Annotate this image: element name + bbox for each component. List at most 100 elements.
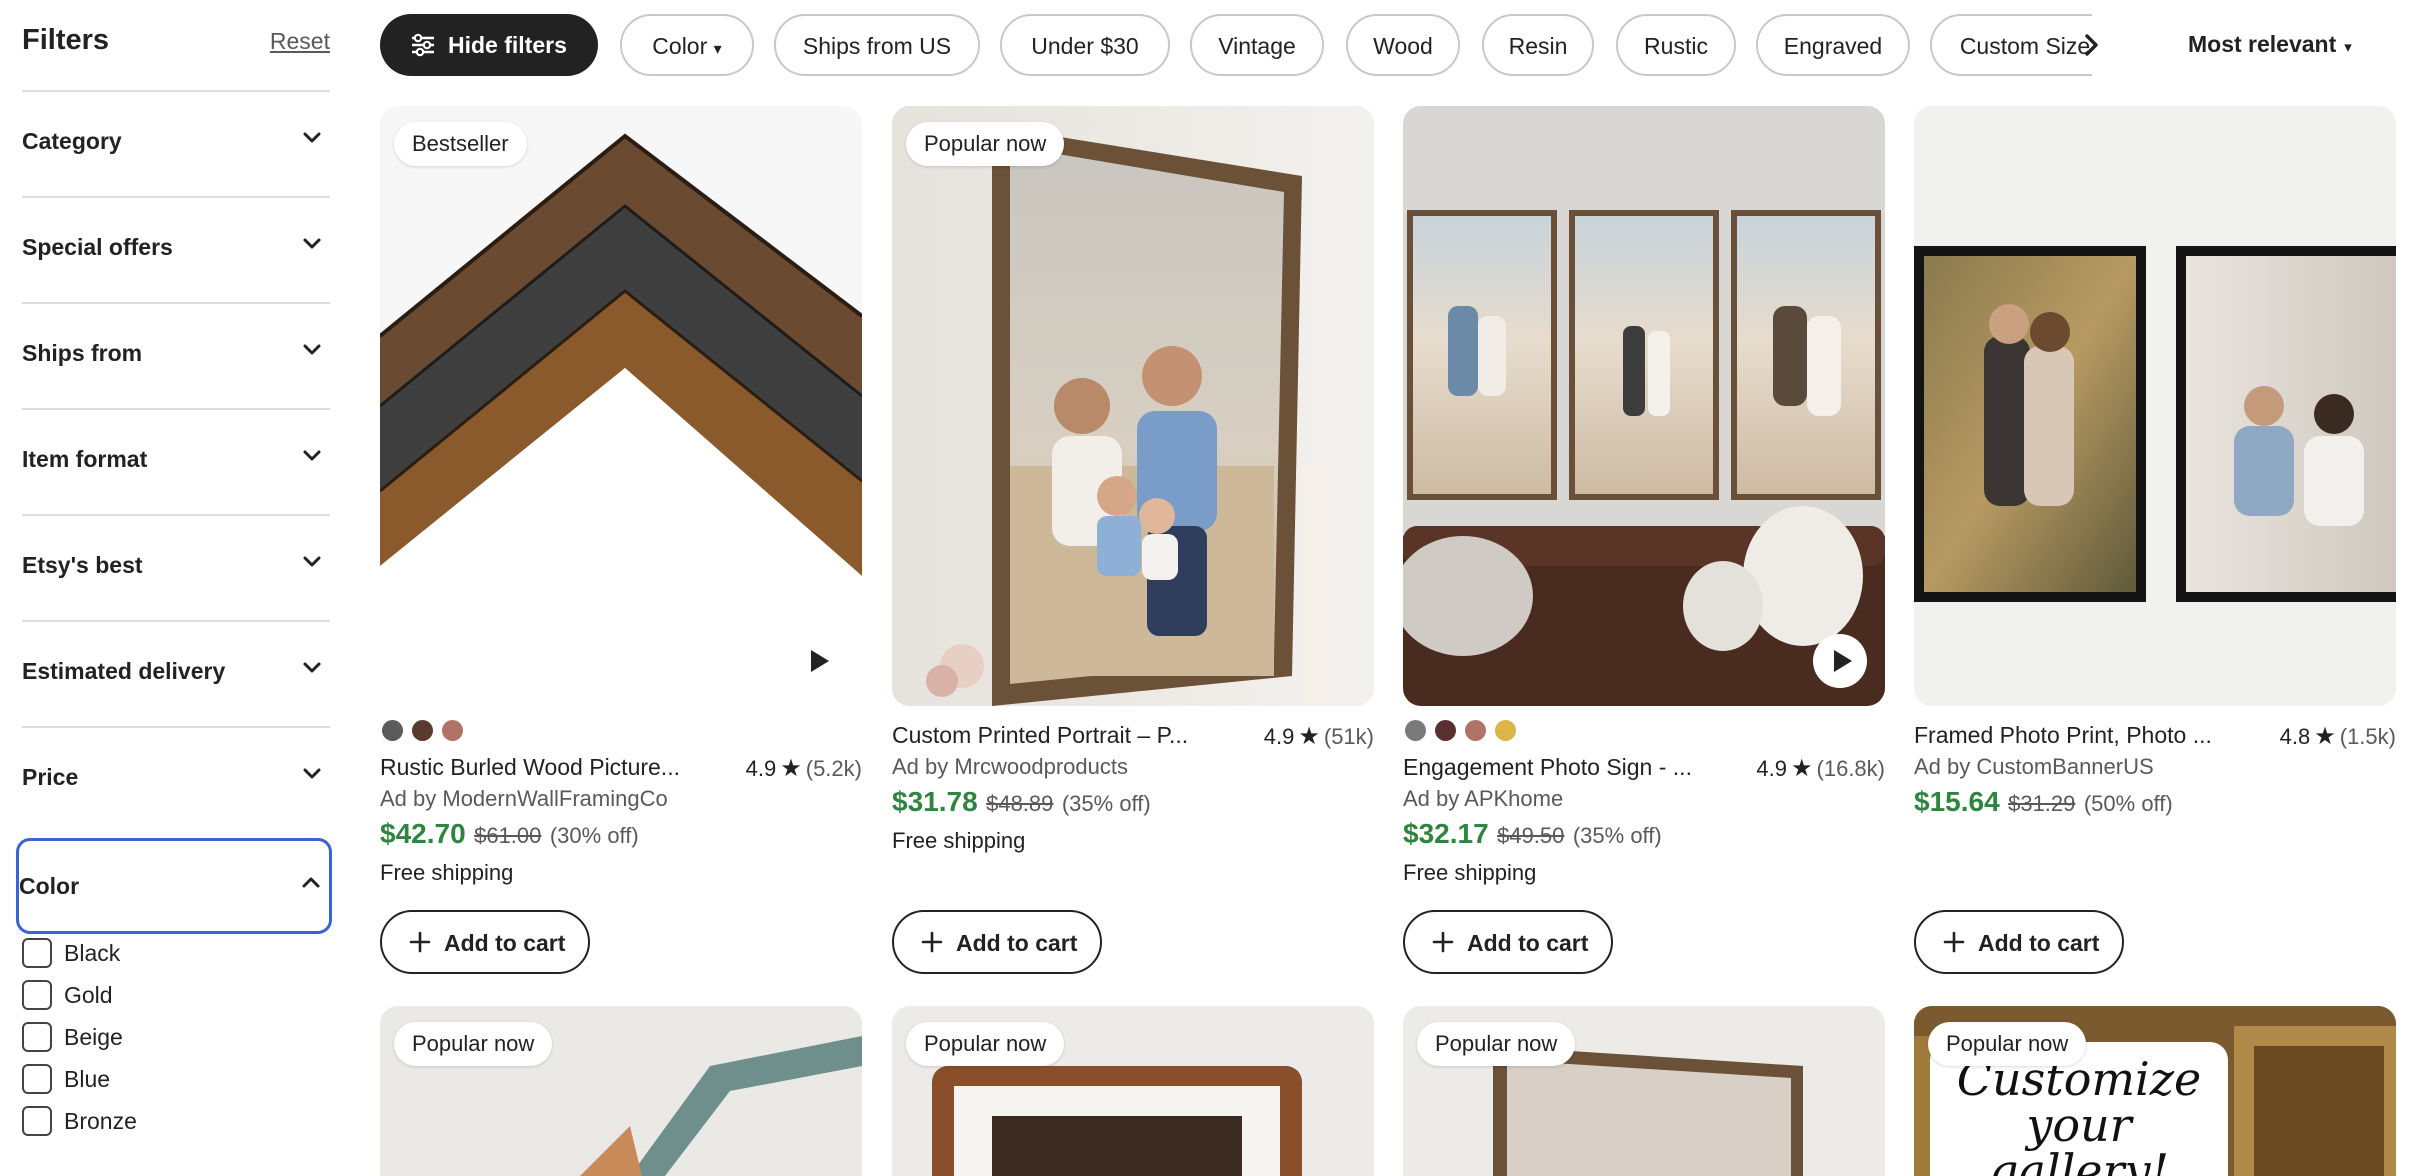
filter-section-color[interactable]: Color [16,838,332,934]
checkbox[interactable] [22,1022,52,1052]
filter-section-category[interactable]: Category [22,90,330,196]
add-to-cart-label: Add to cart [444,930,566,956]
color-option-blue[interactable]: Blue [22,1062,322,1096]
sort-label: Most relevant [2188,31,2337,57]
filter-section-label: Category [22,128,122,154]
shop-name[interactable]: Ad by APKhome [1403,786,1563,812]
rating-value: 4.9 [1756,756,1787,781]
chip-vintage[interactable]: Vintage [1190,14,1324,76]
swatch[interactable] [412,720,433,741]
chip-under-30[interactable]: Under $30 [1000,14,1170,76]
chip-rustic[interactable]: Rustic [1616,14,1736,76]
shop-name[interactable]: Ad by ModernWallFramingCo [380,786,668,812]
add-to-cart-button[interactable]: Add to cart [380,910,590,974]
shop-name[interactable]: Ad by Mrcwoodproducts [892,754,1128,780]
listing-title[interactable]: Rustic Burled Wood Picture... [380,754,710,781]
star-icon: ★ [1791,755,1813,782]
filter-section-estimated-delivery[interactable]: Estimated delivery [22,620,330,726]
chip-custom-size[interactable]: Custom Size [1930,14,2092,76]
add-to-cart-label: Add to cart [956,930,1078,956]
listing-image[interactable] [1403,106,1885,706]
chip-label: Custom Size [1959,33,2091,59]
add-to-cart-button[interactable]: Add to cart [1914,910,2124,974]
original-price: $48.89 [986,791,1054,816]
chips-row: Color ▾ Ships from US Under $30 Vintage … [620,14,2092,76]
filter-section-price[interactable]: Price [22,726,330,832]
filter-chip-bar: Hide filters Color ▾ Ships from US Under… [380,14,2400,76]
filter-section-item-format[interactable]: Item format [22,408,330,514]
chip-resin[interactable]: Resin [1482,14,1594,76]
listing-image[interactable]: Popular now [892,1006,1374,1176]
play-icon [811,650,829,672]
checkbox[interactable] [22,980,52,1010]
filter-section-label: Price [22,764,79,790]
listing-image[interactable]: Popular now [1403,1006,1885,1176]
play-video-button[interactable] [1813,634,1867,688]
chip-label: Under $30 [1031,33,1139,59]
filter-section-label: Etsy's best [22,552,143,578]
filters-sidebar: Filters Reset Category Special offers Sh… [16,0,332,1176]
filter-section-label: Special offers [22,234,173,260]
plus-icon [1943,931,1965,953]
caret-down-icon: ▾ [2344,39,2352,56]
add-to-cart-button[interactable]: Add to cart [1403,910,1613,974]
listing-card: Popular now [380,1006,862,1176]
listing-card: Framed Photo Print, Photo ... 4.8 ★ (1.5k)… [1914,106,2396,986]
chip-ships-from-us[interactable]: Ships from US [774,14,980,76]
sort-dropdown[interactable]: Most relevant ▾ [2188,31,2352,58]
review-count: (1.5k) [2339,724,2396,749]
original-price: $49.50 [1497,823,1565,848]
listing-card: Popular now Custom Printed Portrait – P.… [892,106,1374,986]
reset-link[interactable]: Reset [270,28,330,55]
checkbox[interactable] [22,938,52,968]
chip-wood[interactable]: Wood [1346,14,1460,76]
filter-section-special-offers[interactable]: Special offers [22,196,330,302]
discount: (35% off) [1572,823,1662,848]
sale-price: $42.70 [380,818,466,849]
review-count: (5.2k) [805,756,862,781]
listing-card: Popular now [1403,1006,1885,1176]
badge-popular-now: Popular now [906,122,1065,166]
listing-title[interactable]: Engagement Photo Sign - ... [1403,754,1733,781]
swatch[interactable] [382,720,403,741]
swatch[interactable] [1465,720,1486,741]
chip-label: Rustic [1644,33,1708,59]
filter-section-etsys-best[interactable]: Etsy's best [22,514,330,620]
chevron-down-icon [303,344,321,355]
chip-color[interactable]: Color ▾ [620,14,754,76]
add-to-cart-button[interactable]: Add to cart [892,910,1102,974]
swatch[interactable] [442,720,463,741]
discount: (50% off) [2083,791,2173,816]
listing-title[interactable]: Framed Photo Print, Photo ... [1914,722,2244,749]
shop-name[interactable]: Ad by CustomBannerUS [1914,754,2154,780]
filter-section-label: Estimated delivery [22,658,226,684]
swatch[interactable] [1495,720,1516,741]
chevron-right-icon[interactable] [2074,28,2108,62]
checkbox[interactable] [22,1064,52,1094]
price-row: $32.17 $49.50 (35% off) [1403,818,1662,850]
color-option-beige[interactable]: Beige [22,1020,322,1054]
listing-image[interactable]: Popular now [380,1006,862,1176]
listing-image[interactable]: Popular now [892,106,1374,706]
caret-down-icon: ▾ [713,41,722,58]
listing-image[interactable]: Bestseller [380,106,862,706]
color-option-label: Blue [64,1066,111,1092]
color-option-gold[interactable]: Gold [22,978,322,1012]
play-video-button[interactable] [790,634,844,688]
listing-image[interactable]: Popular now Customize your gallery! [1914,1006,2396,1176]
chip-label: Resin [1508,33,1568,59]
swatch[interactable] [1435,720,1456,741]
rating-value: 4.8 [2279,724,2311,749]
filter-section-ships-from[interactable]: Ships from [22,302,330,408]
chip-engraved[interactable]: Engraved [1756,14,1910,76]
hide-filters-button[interactable]: Hide filters [380,14,598,76]
color-option-bronze[interactable]: Bronze [22,1104,322,1138]
checkbox[interactable] [22,1106,52,1136]
color-option-black[interactable]: Black [22,936,322,970]
listing-title[interactable]: Custom Printed Portrait – P... [892,722,1222,749]
price-row: $31.78 $48.89 (35% off) [892,786,1151,818]
filters-header: Filters Reset [22,22,330,62]
listing-image[interactable] [1914,106,2396,706]
swatch[interactable] [1405,720,1426,741]
listing-rating: 4.9 ★ (51k) [1264,722,1374,751]
